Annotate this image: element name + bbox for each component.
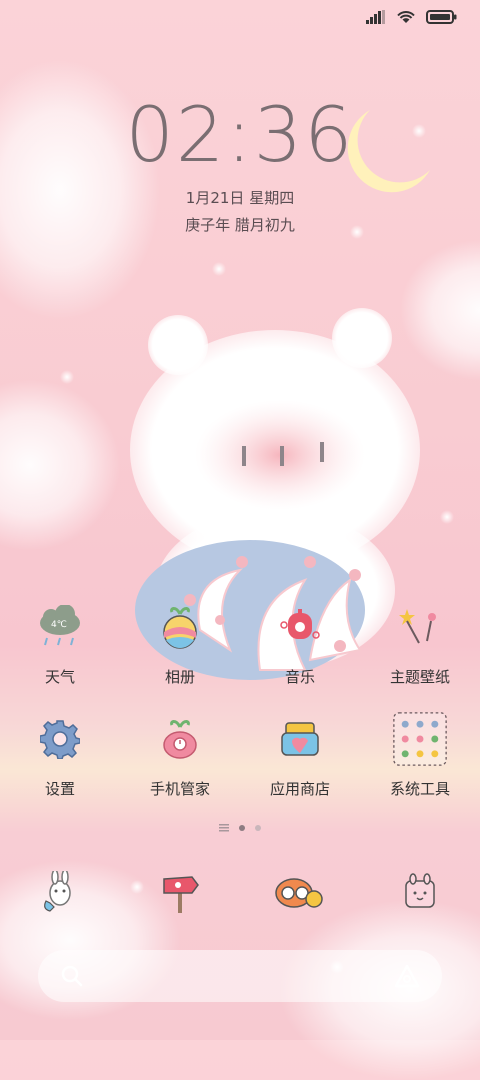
app-row-2: 设置 手机管家 应用商店 系统工具 — [0, 712, 480, 799]
app-label: 应用商店 — [269, 780, 330, 798]
page-dot[interactable] — [255, 825, 261, 831]
status-bar — [366, 10, 458, 24]
app-label: 相册 — [164, 668, 195, 686]
clock-time: 02:36 — [125, 90, 355, 179]
lunar-date: 庚子年 腊月初九 — [185, 216, 295, 234]
messages-icon[interactable] — [393, 866, 447, 920]
app-theme[interactable]: 主题壁纸 — [365, 600, 475, 687]
wifi-icon — [397, 11, 415, 23]
weather-temp: 4℃ — [51, 620, 67, 630]
app-row-1: 4℃ 天气 相册 音乐 主题壁纸 — [0, 600, 480, 687]
system-tools-folder-icon — [393, 712, 447, 766]
app-store-icon — [273, 712, 327, 766]
search-bar[interactable] — [38, 950, 442, 1002]
music-icon — [273, 600, 327, 654]
phone-icon[interactable] — [33, 866, 87, 920]
battery-icon — [426, 10, 457, 24]
app-gallery[interactable]: 相册 — [125, 600, 235, 687]
browser-icon[interactable] — [153, 866, 207, 920]
app-store[interactable]: 应用商店 — [245, 712, 355, 799]
page-list-icon[interactable] — [219, 824, 229, 832]
assistant-icon[interactable] — [394, 964, 420, 988]
gallery-icon — [153, 600, 207, 654]
app-music[interactable]: 音乐 — [245, 600, 355, 687]
app-weather[interactable]: 4℃ 天气 — [5, 600, 115, 687]
security-icon — [153, 712, 207, 766]
app-label: 主题壁纸 — [389, 668, 450, 686]
app-label: 系统工具 — [389, 780, 450, 798]
clock-date: 1月21日 星期四 — [185, 189, 295, 207]
app-label: 手机管家 — [149, 780, 210, 798]
app-security[interactable]: 手机管家 — [125, 712, 235, 799]
dock — [0, 866, 480, 920]
page-dot-active[interactable] — [239, 825, 245, 831]
weather-icon: 4℃ — [33, 600, 87, 654]
folder-system-tools[interactable]: 系统工具 — [365, 712, 475, 799]
camera-icon[interactable] — [273, 866, 327, 920]
app-settings[interactable]: 设置 — [5, 712, 115, 799]
signal-icon — [366, 10, 385, 24]
page-indicator[interactable] — [0, 824, 480, 832]
app-label: 设置 — [44, 780, 75, 798]
search-icon[interactable] — [60, 964, 84, 988]
theme-icon — [393, 600, 447, 654]
clock-widget[interactable]: 02:36 1月21日 星期四 庚子年 腊月初九 — [0, 90, 480, 235]
settings-icon — [33, 712, 87, 766]
app-label: 音乐 — [284, 668, 315, 686]
app-label: 天气 — [44, 668, 75, 686]
